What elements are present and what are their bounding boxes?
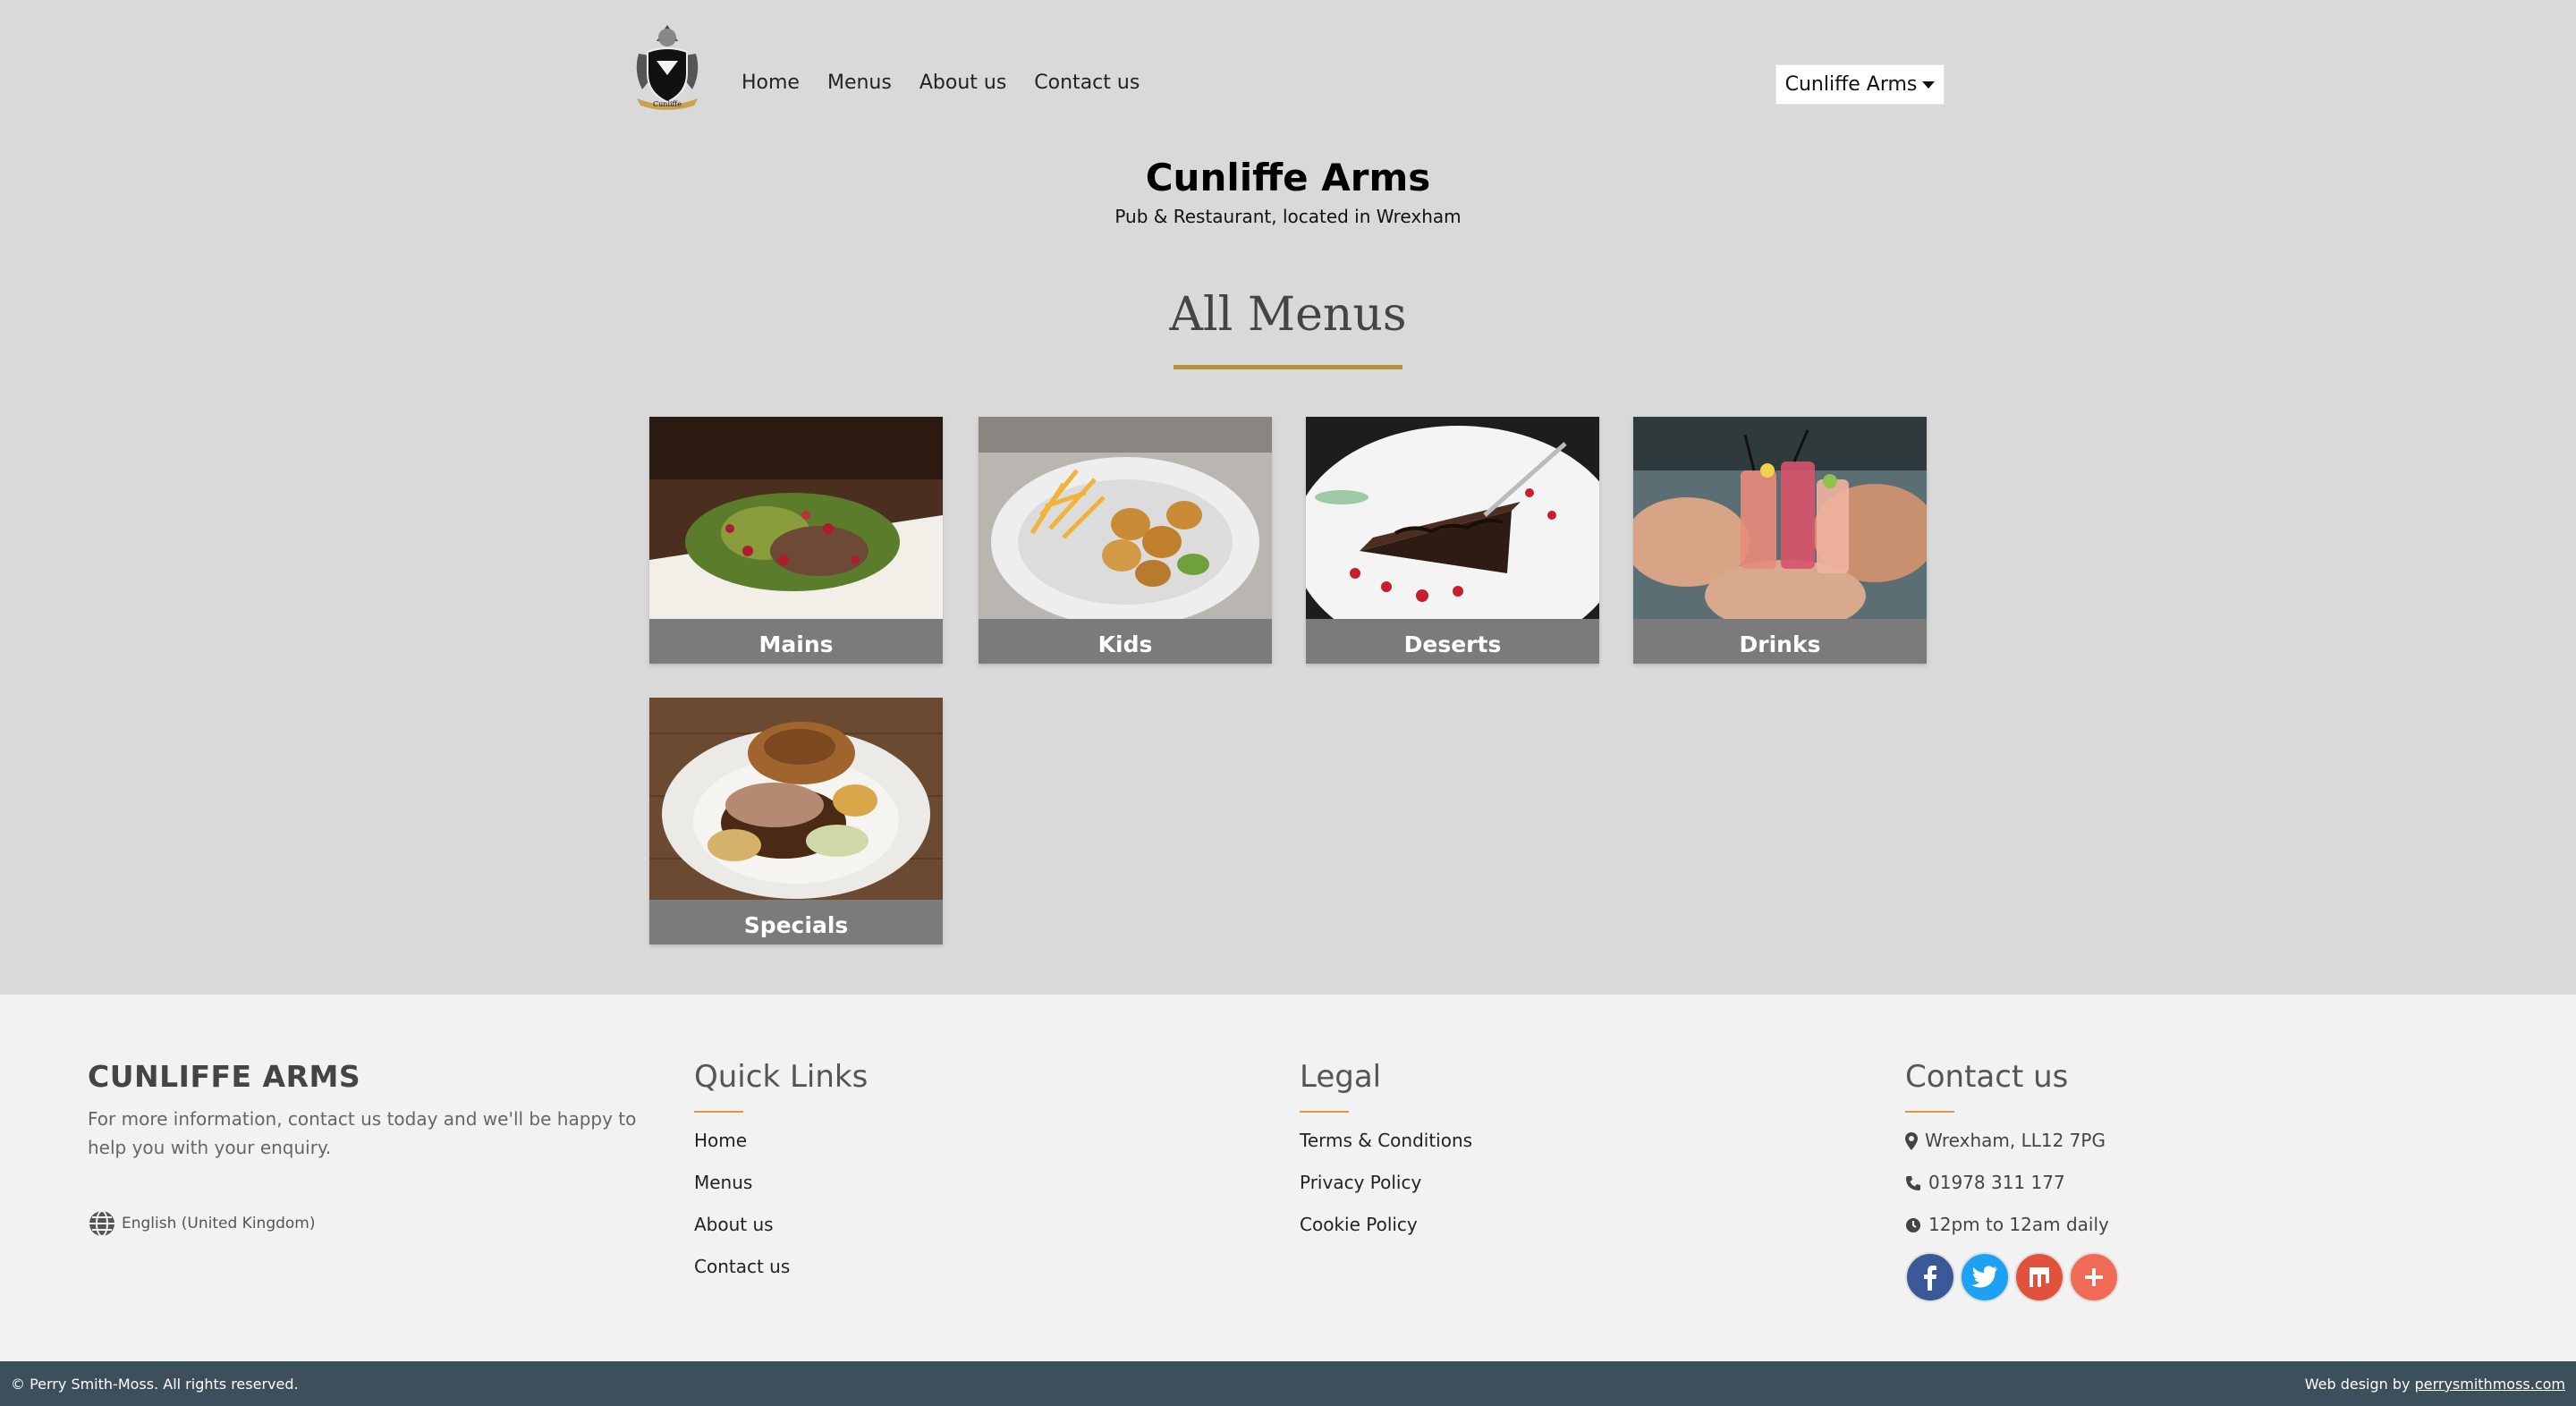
heading-underline: [694, 1111, 743, 1113]
menu-card-label: Deserts: [1403, 631, 1502, 657]
deserts-photo: [1306, 417, 1599, 619]
footer-quick-links-column: Quick Links Home Menus About us Contact …: [694, 1059, 868, 1288]
main-nav: Home Menus About us Contact us: [741, 72, 1140, 94]
menu-card-specials[interactable]: Specials: [649, 698, 943, 944]
facebook-icon[interactable]: [1905, 1252, 1955, 1302]
contact-phone[interactable]: 01978 311 177: [1905, 1162, 2109, 1204]
footer-brand-column: CUNLIFFE ARMS For more information, cont…: [88, 1059, 660, 1162]
site-footer: CUNLIFFE ARMS For more information, cont…: [0, 995, 2576, 1361]
menu-card-drinks[interactable]: Drinks: [1633, 417, 1927, 664]
site-selector-label: Cunliffe Arms: [1784, 73, 1918, 96]
deserts-image: [1306, 417, 1599, 619]
section-title: All Menus: [1169, 288, 1407, 342]
nav-contact-link[interactable]: Contact us: [1034, 72, 1140, 94]
twitter-icon[interactable]: [1960, 1252, 2010, 1302]
caret-down-icon: [1922, 80, 1936, 89]
site-selector-dropdown[interactable]: Cunliffe Arms: [1775, 64, 1945, 105]
contact-phone-text: 01978 311 177: [1928, 1172, 2065, 1193]
contact-address-text: Wrexham, LL12 7PG: [1925, 1130, 2106, 1151]
footer-blurb: For more information, contact us today a…: [88, 1108, 637, 1158]
share-plus-icon[interactable]: [2069, 1252, 2119, 1302]
footer-link-cookie[interactable]: Cookie Policy: [1300, 1204, 1472, 1246]
footer-link-about[interactable]: About us: [694, 1204, 868, 1246]
nav-about-link[interactable]: About us: [919, 72, 1006, 94]
quick-links-heading: Quick Links: [694, 1059, 869, 1095]
drinks-photo: [1633, 417, 1927, 619]
mains-photo: [649, 417, 943, 619]
footer-link-menus[interactable]: Menus: [694, 1162, 868, 1204]
heading-underline: [1905, 1111, 1954, 1113]
footer-link-privacy[interactable]: Privacy Policy: [1300, 1162, 1472, 1204]
kids-photo: [979, 417, 1272, 619]
legal-links-list: Terms & Conditions Privacy Policy Cookie…: [1300, 1120, 1472, 1246]
quick-links-list: Home Menus About us Contact us: [694, 1120, 868, 1288]
copyright-bar: © Perry Smith-Moss. All rights reserved.…: [0, 1361, 2576, 1406]
designer-link[interactable]: perrysmithmoss.com: [2415, 1376, 2565, 1393]
site-subtitle: Pub & Restaurant, located in Wrexham: [1114, 206, 1462, 227]
clock-icon: [1906, 1217, 1920, 1232]
menu-card-label: Specials: [743, 912, 849, 938]
nav-home-link[interactable]: Home: [741, 72, 800, 94]
drinks-image: [1633, 417, 1927, 619]
contact-heading: Contact us: [1905, 1059, 2069, 1095]
contact-details-list: Wrexham, LL12 7PG 01978 311 177 12pm to …: [1905, 1120, 2109, 1246]
footer-contact-column: Contact us Wrexham, LL12 7PG 01978 311 1…: [1905, 1059, 2109, 1246]
menu-card-kids[interactable]: Kids: [979, 417, 1272, 664]
mix-icon[interactable]: [2014, 1252, 2064, 1302]
contact-address: Wrexham, LL12 7PG: [1905, 1120, 2109, 1162]
section-underline: [1174, 365, 1402, 369]
contact-hours-text: 12pm to 12am daily: [1928, 1214, 2109, 1235]
menu-card-label: Kids: [1097, 631, 1153, 657]
design-credit-prefix: Web design by: [2304, 1376, 2415, 1393]
language-selector[interactable]: English (United Kingdom): [88, 1209, 316, 1238]
kids-image: [979, 417, 1272, 619]
map-pin-icon: [1905, 1131, 1918, 1150]
copyright-text: © Perry Smith-Moss. All rights reserved.: [11, 1376, 299, 1393]
phone-icon: [1906, 1175, 1920, 1190]
menu-card-label: Mains: [758, 631, 834, 657]
contact-hours: 12pm to 12am daily: [1905, 1204, 2109, 1246]
menu-card-label: Drinks: [1739, 631, 1821, 657]
mains-image: [649, 417, 943, 619]
footer-link-home[interactable]: Home: [694, 1120, 868, 1162]
footer-brand-heading: CUNLIFFE ARMS: [88, 1059, 361, 1094]
heading-underline: [1300, 1111, 1349, 1113]
menu-card-deserts[interactable]: Deserts: [1306, 417, 1599, 664]
menu-card-mains[interactable]: Mains: [649, 417, 943, 664]
page-header: Cunliffe Home Menus About us Contact us …: [0, 0, 2576, 995]
footer-link-contact[interactable]: Contact us: [694, 1246, 868, 1288]
nav-menus-link[interactable]: Menus: [827, 72, 892, 94]
site-title: Cunliffe Arms: [1145, 156, 1431, 199]
social-links: [1905, 1252, 2119, 1302]
design-credit: Web design by perrysmithmoss.com: [2305, 1376, 2565, 1393]
coat-of-arms-logo[interactable]: Cunliffe: [630, 18, 705, 113]
footer-legal-column: Legal Terms & Conditions Privacy Policy …: [1300, 1059, 1472, 1246]
language-label: English (United Kingdom): [122, 1215, 316, 1232]
legal-heading: Legal: [1300, 1059, 1382, 1095]
specials-photo: [649, 698, 943, 900]
logo-motto: Cunliffe: [653, 100, 682, 108]
globe-icon: [89, 1210, 114, 1237]
specials-image: [649, 698, 943, 900]
footer-link-terms[interactable]: Terms & Conditions: [1300, 1120, 1472, 1162]
